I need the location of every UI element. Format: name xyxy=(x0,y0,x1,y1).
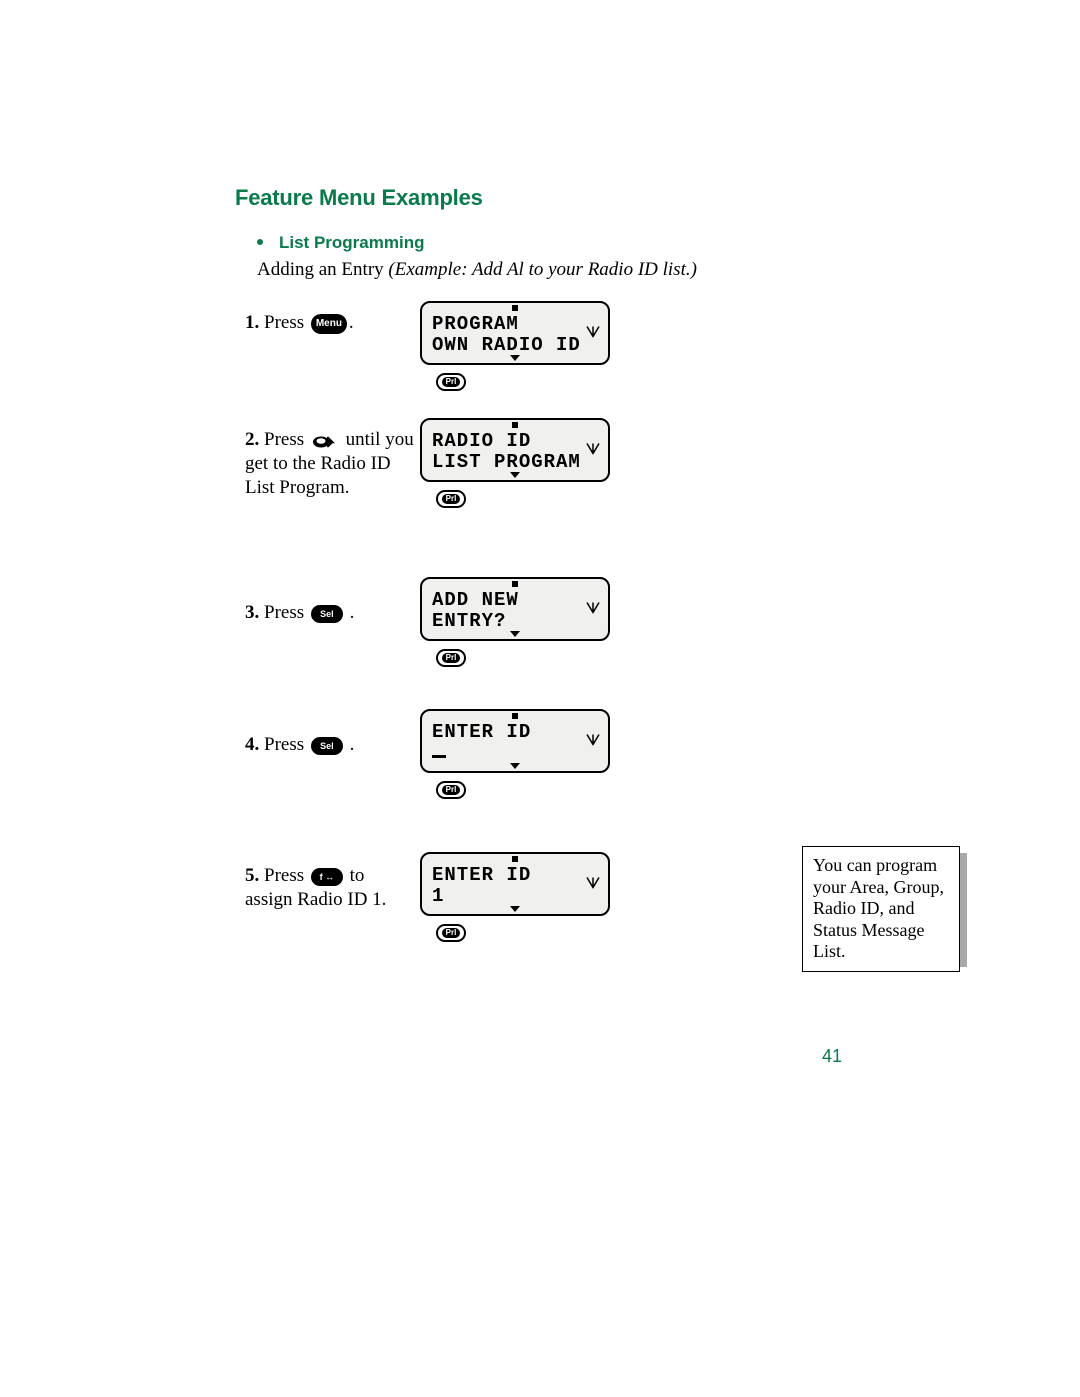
lcd-line2: OWN RADIO ID xyxy=(432,336,598,355)
lcd-screen: RADIO ID LIST PROGRAM xyxy=(420,418,610,482)
lcd-screen: ENTER ID 1 xyxy=(420,852,610,916)
lcd-line2: 1 xyxy=(432,887,598,906)
signal-icon xyxy=(586,441,600,460)
step-4-number: 4. xyxy=(245,734,259,755)
step-4: 4. Press Sel . ENTER ID Prl xyxy=(245,711,875,846)
prl-label: Prl xyxy=(442,494,460,504)
page-title: Feature Menu Examples xyxy=(235,185,875,211)
step-1-after: . xyxy=(349,312,354,333)
sel-button-icon: Sel xyxy=(311,605,343,623)
step-2-screen-wrap: RADIO ID LIST PROGRAM Prl xyxy=(420,418,620,508)
lcd-line2 xyxy=(432,744,598,763)
step-3-screen-wrap: ADD NEW ENTRY? Prl xyxy=(420,577,620,667)
step-4-screen-wrap: ENTER ID Prl xyxy=(420,709,620,799)
note-box-wrap: You can program your Area, Group, Radio … xyxy=(802,846,960,972)
down-arrow-icon xyxy=(510,355,520,361)
steps-list: 1. Press Menu. PROGRAM OWN RADIO ID Prl xyxy=(235,305,875,988)
prl-button-icon: Prl xyxy=(436,781,466,799)
step-1-number: 1. xyxy=(245,312,259,333)
signal-icon xyxy=(586,732,600,751)
down-arrow-icon xyxy=(510,472,520,478)
lcd-line2: LIST PROGRAM xyxy=(432,453,598,472)
intro-line: Adding an Entry (Example: Add Al to your… xyxy=(235,259,875,281)
page: Feature Menu Examples List Programming A… xyxy=(0,0,1080,1397)
intro-italic: (Example: Add Al to your Radio ID list.) xyxy=(388,259,697,280)
cursor-dash-icon xyxy=(432,755,446,758)
prl-label: Prl xyxy=(442,377,460,387)
step-5-number: 5. xyxy=(245,865,259,886)
content-area: Feature Menu Examples List Programming A… xyxy=(235,185,875,1000)
step-2: 2. Press until you get to the Radio ID L… xyxy=(245,422,875,567)
step-3-before: Press xyxy=(259,602,309,623)
step-3: 3. Press Sel . ADD NEW ENTRY? Prl xyxy=(245,579,875,699)
note-box: You can program your Area, Group, Radio … xyxy=(802,846,960,972)
step-2-before: Press xyxy=(259,429,309,450)
step-2-number: 2. xyxy=(245,429,259,450)
bullet-icon xyxy=(257,239,263,245)
prl-button-icon: Prl xyxy=(436,649,466,667)
step-1-screen-wrap: PROGRAM OWN RADIO ID Prl xyxy=(420,301,620,391)
down-arrow-icon xyxy=(510,631,520,637)
step-5: 5. Press f ↔ to assign Radio ID 1. ENTER… xyxy=(245,858,875,988)
signal-icon xyxy=(586,875,600,894)
subheading: List Programming xyxy=(279,233,424,252)
prl-button-icon: Prl xyxy=(436,373,466,391)
step-2-text: 2. Press until you get to the Radio ID L… xyxy=(245,428,415,500)
lcd-line2: ENTRY? xyxy=(432,612,598,631)
lcd-screen: ADD NEW ENTRY? xyxy=(420,577,610,641)
signal-icon xyxy=(586,600,600,619)
down-arrow-icon xyxy=(510,763,520,769)
down-arrow-icon xyxy=(510,906,520,912)
prl-label: Prl xyxy=(442,785,460,795)
step-5-before: Press xyxy=(259,865,309,886)
prl-button-icon: Prl xyxy=(436,490,466,508)
step-3-number: 3. xyxy=(245,602,259,623)
step-3-after: . xyxy=(345,602,355,623)
step-1-text: 1. Press Menu. xyxy=(245,311,415,335)
menu-button-icon: Menu xyxy=(311,314,347,334)
lcd-line1: ADD NEW xyxy=(432,591,598,610)
sel-button-icon: Sel xyxy=(311,737,343,755)
step-1-before: Press xyxy=(259,312,309,333)
page-number: 41 xyxy=(822,1046,842,1067)
step-4-text: 4. Press Sel . xyxy=(245,733,415,757)
prl-label: Prl xyxy=(442,653,460,663)
step-3-text: 3. Press Sel . xyxy=(245,601,415,625)
lcd-line1: PROGRAM xyxy=(432,315,598,334)
lcd-screen: ENTER ID xyxy=(420,709,610,773)
lcd-line1: ENTER ID xyxy=(432,723,598,742)
scroll-right-icon xyxy=(311,430,339,452)
lcd-line1: ENTER ID xyxy=(432,866,598,885)
lcd-screen: PROGRAM OWN RADIO ID xyxy=(420,301,610,365)
step-5-text: 5. Press f ↔ to assign Radio ID 1. xyxy=(245,864,415,912)
prl-label: Prl xyxy=(442,928,460,938)
step-1: 1. Press Menu. PROGRAM OWN RADIO ID Prl xyxy=(245,305,875,410)
step-4-after: . xyxy=(345,734,355,755)
prl-button-icon: Prl xyxy=(436,924,466,942)
subheading-row: List Programming xyxy=(235,233,875,253)
lcd-line1: RADIO ID xyxy=(432,432,598,451)
f-key-icon: f ↔ xyxy=(311,868,343,886)
intro-regular: Adding an Entry xyxy=(257,259,388,280)
step-4-before: Press xyxy=(259,734,309,755)
step-5-screen-wrap: ENTER ID 1 Prl You can program your Area… xyxy=(420,852,620,942)
signal-icon xyxy=(586,324,600,343)
